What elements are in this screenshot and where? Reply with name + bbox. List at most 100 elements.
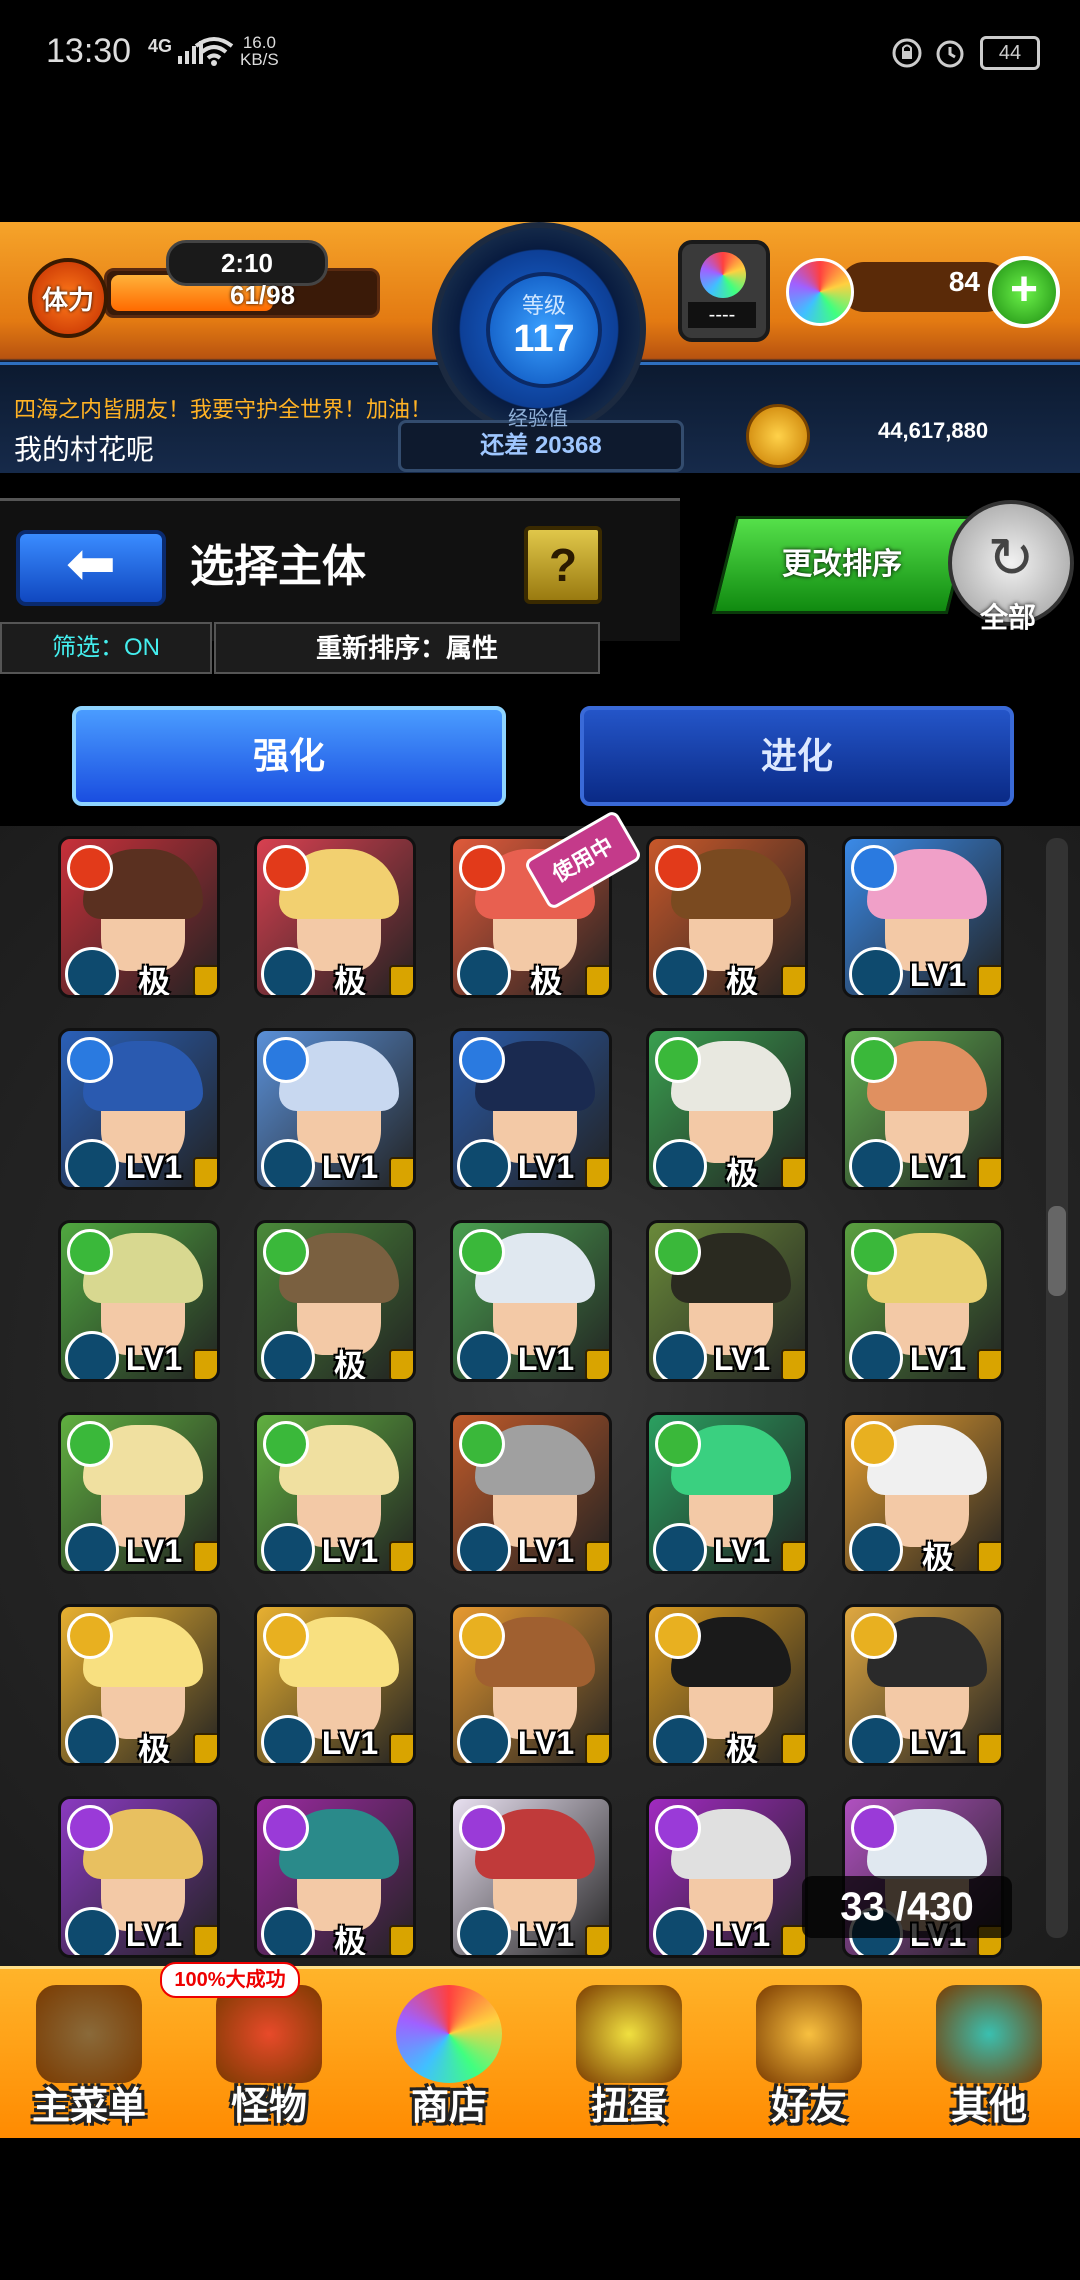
- monster-card[interactable]: LV1: [254, 1604, 416, 1766]
- monster-level: LV1: [517, 1341, 575, 1377]
- monster-level: 极: [725, 964, 758, 998]
- monster-card[interactable]: LV1: [58, 1028, 220, 1190]
- monster-card[interactable]: LV1: [646, 1796, 808, 1958]
- bottom-nav: 主菜单 怪物 商店 扭蛋 好友 其他: [0, 1966, 1080, 2141]
- alarm-icon: [936, 40, 964, 68]
- element-icon: [459, 845, 505, 891]
- monster-card[interactable]: LV1: [58, 1796, 220, 1958]
- element-icon: [459, 1229, 505, 1275]
- element-icon: [263, 845, 309, 891]
- monster-card[interactable]: 极: [646, 1028, 808, 1190]
- monster-card[interactable]: LV1: [646, 1412, 808, 1574]
- element-icon: [851, 845, 897, 891]
- element-icon: [67, 1421, 113, 1467]
- egg-icon: [576, 1985, 682, 2083]
- nav-item-2[interactable]: 商店: [360, 1969, 538, 2141]
- success-badge: 100%大成功: [160, 1962, 300, 1998]
- nav-item-4[interactable]: 好友: [720, 1969, 898, 2141]
- monster-level: LV1: [321, 1725, 379, 1761]
- monster-card[interactable]: 极: [254, 1220, 416, 1382]
- monster-card[interactable]: LV1: [842, 1604, 1004, 1766]
- element-icon: [263, 1037, 309, 1083]
- monster-card[interactable]: LV1: [646, 1220, 808, 1382]
- element-icon: [263, 1421, 309, 1467]
- monster-level: LV1: [125, 1149, 183, 1185]
- monster-card[interactable]: 极: [58, 836, 220, 998]
- monster-level: 极: [725, 1156, 758, 1190]
- element-icon: [459, 1421, 505, 1467]
- monster-card[interactable]: LV1: [450, 1412, 612, 1574]
- stamina-label: 体力: [41, 284, 94, 315]
- back-arrow-icon: ⬅: [65, 530, 117, 597]
- monster-level: LV1: [909, 1149, 967, 1185]
- monster-card[interactable]: LV1: [450, 1796, 612, 1958]
- tab-evolve[interactable]: 进化: [580, 706, 1014, 806]
- coin-icon: [746, 404, 810, 468]
- monster-card[interactable]: LV1: [254, 1412, 416, 1574]
- monster-card[interactable]: 极: [646, 1604, 808, 1766]
- add-orbs-button[interactable]: +: [988, 256, 1060, 328]
- monster-card[interactable]: LV1: [254, 1028, 416, 1190]
- back-button[interactable]: ⬅: [16, 530, 166, 606]
- element-icon: [851, 1805, 897, 1851]
- scrollbar-track[interactable]: [1046, 838, 1068, 1938]
- element-icon: [851, 1421, 897, 1467]
- player-name: 我的村花呢: [14, 434, 155, 465]
- monster-card[interactable]: LV1: [842, 836, 1004, 998]
- monster-card[interactable]: 极: [254, 836, 416, 998]
- monster-level: 极: [137, 1732, 170, 1766]
- monster-level: LV1: [713, 1533, 771, 1569]
- monster-card[interactable]: 极: [58, 1604, 220, 1766]
- nav-label: 商店: [410, 2086, 487, 2128]
- level-badge: 等级 117: [486, 272, 602, 388]
- tab-power-up[interactable]: 强化: [72, 706, 506, 806]
- nav-label: 主菜单: [31, 2086, 146, 2128]
- sort-order[interactable]: 重新排序：属性: [214, 622, 600, 674]
- all-label: 全部: [979, 602, 1036, 633]
- monster-card[interactable]: LV1: [450, 1220, 612, 1382]
- change-sort-button[interactable]: 更改排序: [711, 516, 973, 614]
- monster-level: LV1: [321, 1533, 379, 1569]
- element-icon: [655, 1037, 701, 1083]
- monster-card[interactable]: LV1: [450, 1604, 612, 1766]
- monster-card[interactable]: LV1: [58, 1412, 220, 1574]
- element-icon: [263, 1229, 309, 1275]
- orb-shop-icon: [396, 1985, 502, 2083]
- stamina-value: 61/98: [230, 280, 296, 310]
- orb-count: 84: [948, 266, 980, 297]
- monster-level: LV1: [909, 957, 967, 993]
- scrollbar-thumb[interactable]: [1048, 1206, 1066, 1296]
- element-icon: [67, 1229, 113, 1275]
- monster-card[interactable]: LV1: [450, 1028, 612, 1190]
- monster-card[interactable]: 极: [254, 1796, 416, 1958]
- element-icon: [459, 1805, 505, 1851]
- gem-slot[interactable]: ----: [678, 240, 770, 342]
- network-type: 4G: [148, 36, 173, 56]
- monster-icon: [216, 1985, 322, 2083]
- nav-item-0[interactable]: 主菜单: [0, 1969, 178, 2141]
- monster-card[interactable]: LV1: [842, 1220, 1004, 1382]
- monster-level: LV1: [517, 1725, 575, 1761]
- element-icon: [459, 1613, 505, 1659]
- nav-item-3[interactable]: 扭蛋: [540, 1969, 718, 2141]
- monster-card[interactable]: LV1: [58, 1220, 220, 1382]
- coin-count: 44,617,880: [878, 418, 989, 443]
- monster-level: LV1: [713, 1341, 771, 1377]
- element-icon: [263, 1805, 309, 1851]
- monster-level: LV1: [713, 1917, 771, 1953]
- monster-level: LV1: [125, 1917, 183, 1953]
- nav-item-5[interactable]: 其他: [900, 1969, 1078, 2141]
- monster-card[interactable]: LV1: [842, 1028, 1004, 1190]
- monster-level: 极: [333, 1924, 366, 1958]
- filter-toggle[interactable]: 筛选：ON: [0, 622, 212, 674]
- monster-card[interactable]: 极: [646, 836, 808, 998]
- gem-slot-value: ----: [688, 302, 756, 328]
- monster-level: LV1: [517, 1533, 575, 1569]
- element-icon: [67, 1805, 113, 1851]
- help-button[interactable]: ?: [524, 526, 602, 604]
- monster-card[interactable]: 极: [842, 1412, 1004, 1574]
- level-label: 等级: [521, 293, 566, 318]
- nav-label: 其他: [950, 2086, 1027, 2128]
- element-icon: [67, 1037, 113, 1083]
- element-icon: [851, 1037, 897, 1083]
